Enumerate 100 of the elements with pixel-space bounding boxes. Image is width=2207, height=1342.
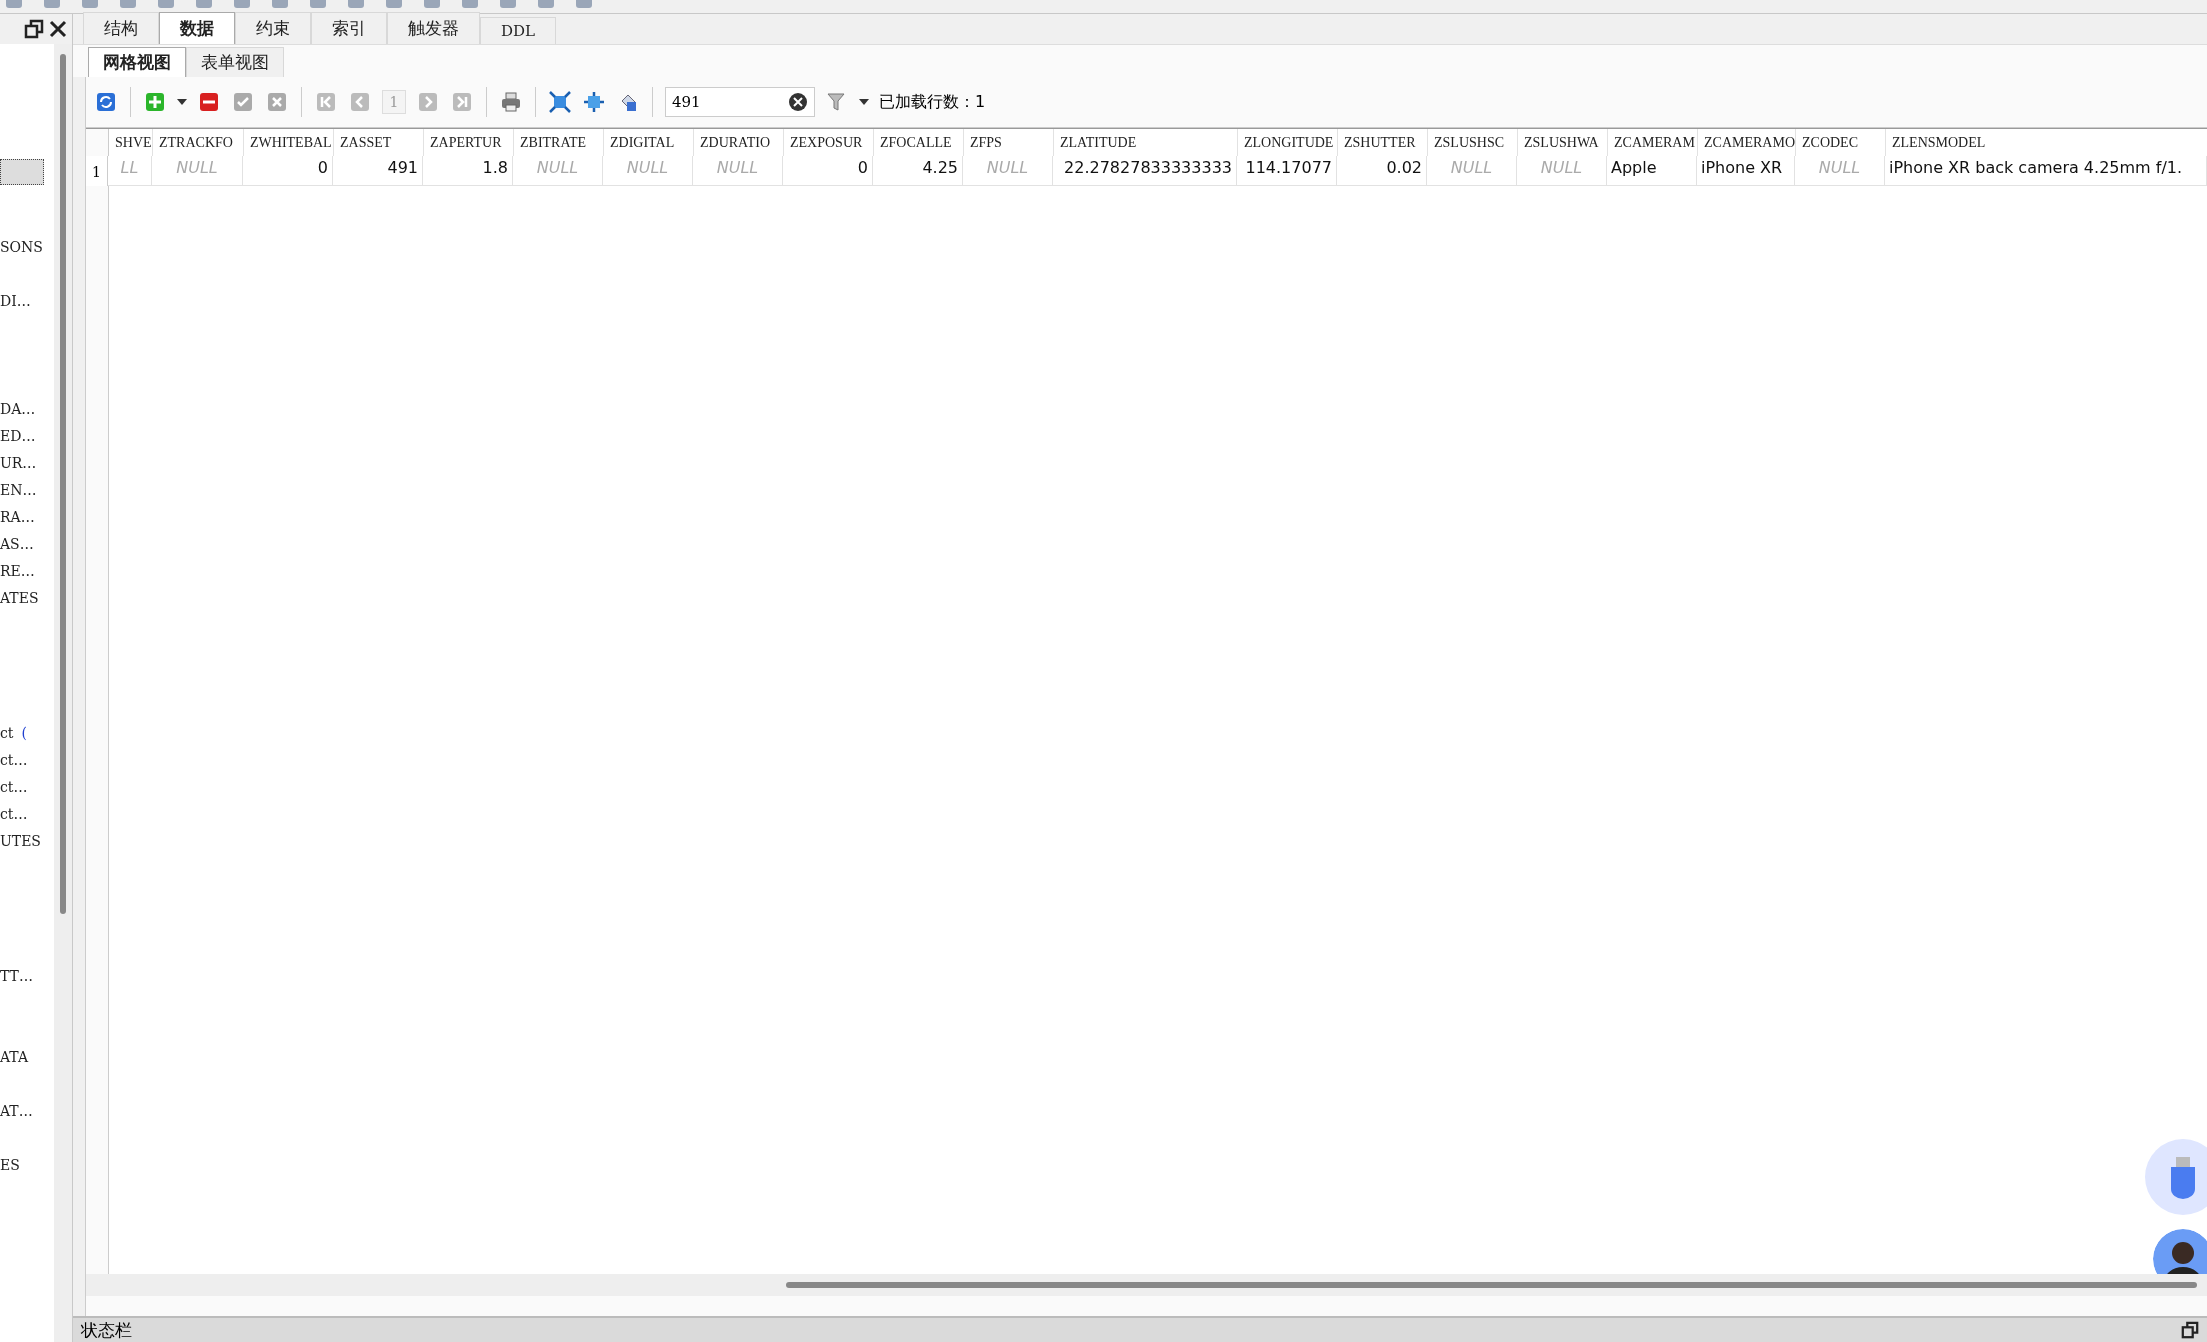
last-page-icon[interactable]: [451, 91, 473, 113]
column-header[interactable]: ZCODEC: [1796, 129, 1886, 156]
column-header[interactable]: ZFPS: [964, 129, 1054, 156]
toolbar-icon[interactable]: [500, 0, 516, 8]
tree-item[interactable]: RE…: [0, 562, 54, 579]
close-icon[interactable]: [48, 19, 68, 39]
dropdown-caret-icon[interactable]: [177, 98, 187, 106]
fit-columns-icon[interactable]: [583, 91, 605, 113]
column-header[interactable]: ZAPERTUR: [424, 129, 514, 156]
column-header[interactable]: ZBITRATE: [514, 129, 604, 156]
previous-page-icon[interactable]: [349, 91, 371, 113]
tree-item[interactable]: RA…: [0, 508, 54, 525]
toolbar-icon[interactable]: [348, 0, 364, 8]
column-header[interactable]: ZSHUTTER: [1338, 129, 1428, 156]
delete-icon[interactable]: [198, 91, 220, 113]
null-cell: NULL: [603, 156, 693, 186]
column-header[interactable]: ZEXPOSUR: [784, 129, 874, 156]
check-icon[interactable]: [232, 91, 254, 113]
toolbar-icon[interactable]: [272, 0, 288, 8]
tree-item[interactable]: ATA: [0, 1048, 54, 1065]
tab[interactable]: 索引: [311, 12, 387, 44]
restore-icon[interactable]: [24, 19, 44, 39]
status-bar-title: 状态栏: [81, 1318, 132, 1342]
tree-item[interactable]: AT…: [0, 1102, 54, 1119]
next-page-icon[interactable]: [417, 91, 439, 113]
column-header[interactable]: ZDIGITAL: [604, 129, 694, 156]
null-cell: NULL: [152, 156, 243, 186]
tree-item[interactable]: ES: [0, 1156, 54, 1173]
printer-icon[interactable]: [500, 91, 522, 113]
column-header[interactable]: ZFOCALLE: [874, 129, 964, 156]
column-header[interactable]: ZCAMERAMO: [1698, 129, 1796, 156]
tree-item[interactable]: ct…: [0, 805, 54, 822]
toolbar-icon[interactable]: [234, 0, 250, 8]
column-header[interactable]: ZDURATIO: [694, 129, 784, 156]
tree-item[interactable]: EN…: [0, 481, 54, 498]
table-cell: 1.8: [423, 156, 513, 186]
null-cell: NULL: [513, 156, 603, 186]
tab[interactable]: 结构: [83, 12, 159, 44]
toolbar-icon[interactable]: [310, 0, 326, 8]
toolbar-icon[interactable]: [538, 0, 554, 8]
tree-item[interactable]: DI…: [0, 292, 54, 309]
tab[interactable]: 约束: [235, 12, 311, 44]
table-cell: Apple: [1607, 156, 1697, 186]
tree-item[interactable]: ct (: [0, 724, 54, 741]
column-header[interactable]: SHVE: [109, 129, 153, 156]
null-cell: NULL: [963, 156, 1053, 186]
tree-item[interactable]: UTES: [0, 832, 54, 849]
table-cell: 4.25: [873, 156, 963, 186]
column-header[interactable]: ZLONGITUDE: [1238, 129, 1338, 156]
filter-caret-icon[interactable]: [859, 98, 869, 106]
clear-icon[interactable]: [788, 92, 808, 112]
corner-cell[interactable]: [86, 129, 109, 156]
cancel-icon[interactable]: [266, 91, 288, 113]
toolbar-icon[interactable]: [44, 0, 60, 8]
toolbar-icon[interactable]: [120, 0, 136, 8]
usb-button[interactable]: [2145, 1139, 2207, 1215]
restore-icon[interactable]: [2181, 1321, 2199, 1339]
column-header[interactable]: ZASSET: [334, 129, 424, 156]
view-tab[interactable]: 表单视图: [186, 47, 284, 77]
toolbar-icon[interactable]: [462, 0, 478, 8]
toolbar-icon[interactable]: [6, 0, 22, 8]
scrollbar-thumb[interactable]: [786, 1282, 2197, 1288]
column-header[interactable]: ZSLUSHSC: [1428, 129, 1518, 156]
column-header[interactable]: ZLENSMODEL: [1886, 129, 2207, 156]
toolbar-icon[interactable]: [386, 0, 402, 8]
add-icon[interactable]: [144, 91, 166, 113]
refresh-icon[interactable]: [95, 91, 117, 113]
tree-item[interactable]: SONS: [0, 238, 54, 255]
column-header[interactable]: ZSLUSHWA: [1518, 129, 1608, 156]
selected-row[interactable]: [0, 159, 44, 185]
tab[interactable]: 数据: [159, 12, 235, 44]
toolbar-icon[interactable]: [82, 0, 98, 8]
tree-item[interactable]: UR…: [0, 454, 54, 471]
tree-item[interactable]: TT…: [0, 967, 54, 984]
null-cell: NULL: [1795, 156, 1885, 186]
tree-item[interactable]: ATES: [0, 589, 54, 606]
column-header[interactable]: ZWHITEBAL: [244, 129, 334, 156]
column-header[interactable]: ZLATITUDE: [1054, 129, 1238, 156]
search-field[interactable]: 491: [665, 87, 815, 117]
toolbar-icon[interactable]: [158, 0, 174, 8]
toolbar-icon[interactable]: [196, 0, 212, 8]
column-header[interactable]: ZCAMERAM: [1608, 129, 1698, 156]
tab[interactable]: DDL: [480, 17, 556, 44]
toolbar-icon[interactable]: [424, 0, 440, 8]
tree-item[interactable]: AS…: [0, 535, 54, 552]
rows-loaded-label: 已加载行数：1: [879, 91, 986, 113]
expand-icon[interactable]: [549, 91, 571, 113]
table-cell: iPhone XR back camera 4.25mm f/1.: [1885, 156, 2207, 186]
toolbar-icon[interactable]: [576, 0, 592, 8]
filter-icon[interactable]: [826, 91, 848, 113]
scrollbar-thumb[interactable]: [60, 54, 66, 914]
tree-item[interactable]: DA…: [0, 400, 54, 417]
tree-item[interactable]: ct…: [0, 751, 54, 768]
tree-item[interactable]: ct…: [0, 778, 54, 795]
first-page-icon[interactable]: [315, 91, 337, 113]
view-tab[interactable]: 网格视图: [88, 47, 186, 77]
table-cell: 22.27827833333333: [1053, 156, 1237, 186]
tab[interactable]: 触发器: [387, 12, 480, 44]
column-header[interactable]: ZTRACKFO: [153, 129, 244, 156]
tree-item[interactable]: ED…: [0, 427, 54, 444]
